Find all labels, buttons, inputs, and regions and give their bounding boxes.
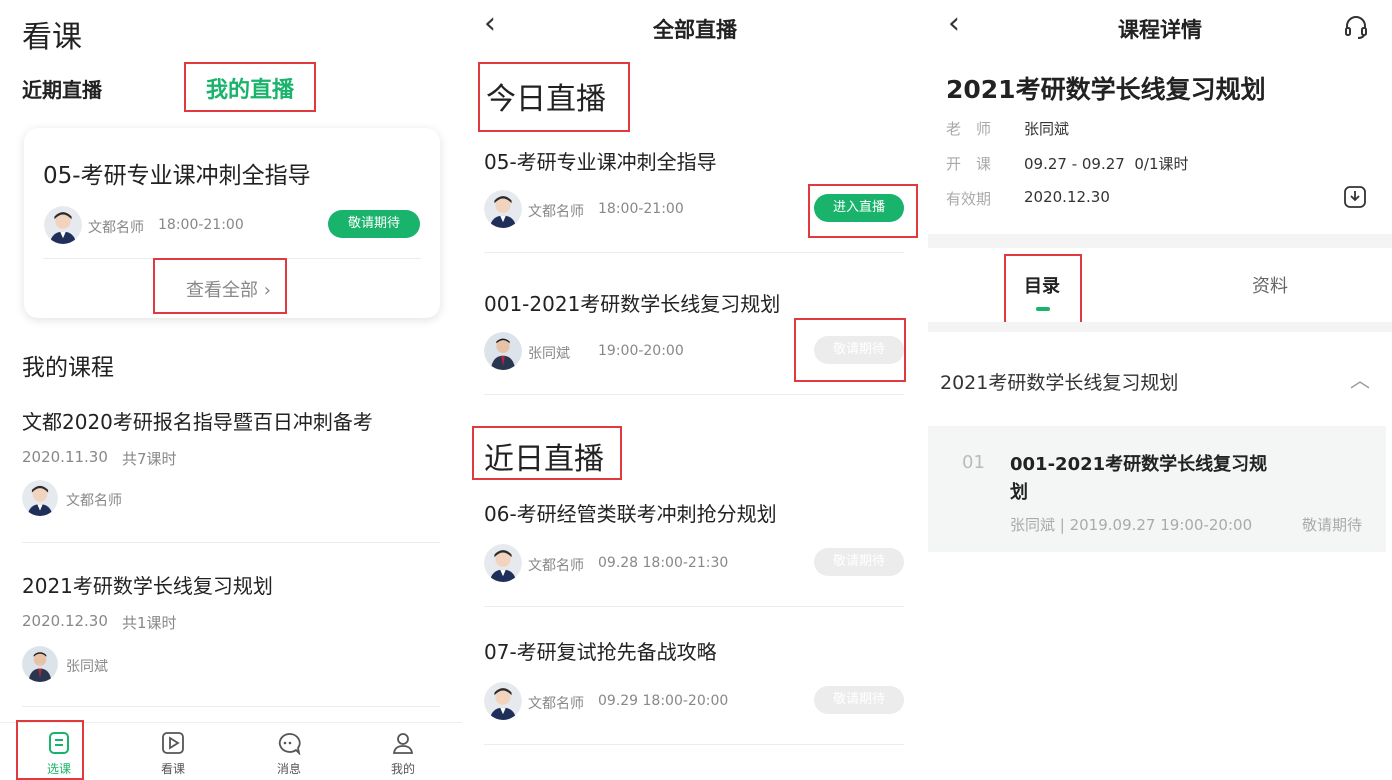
live-teacher: 文都名师 <box>528 558 584 574</box>
profile-icon <box>392 733 414 754</box>
download-icon[interactable] <box>1342 184 1368 210</box>
teacher-label: 老 师 <box>946 120 992 138</box>
status-badge: 敬请期待 <box>328 210 420 238</box>
page-title: 全部直播 <box>653 18 737 42</box>
live-list-item[interactable]: 06-考研经管类联考冲刺抢分规划 文都名师 09.28 18:00-21:30 … <box>462 494 928 606</box>
teacher-avatar <box>22 480 58 516</box>
lesson-status: 敬请期待 <box>1302 516 1363 534</box>
my-courses-label: 我的课程 <box>22 355 114 381</box>
section-header[interactable]: 2021考研数学长线复习规划 ︿ <box>928 350 1392 410</box>
lesson-title-cont: 划 <box>1010 482 1028 503</box>
teacher-avatar <box>484 682 522 720</box>
live-list-item[interactable]: 07-考研复试抢先备战攻略 文都名师 09.29 18:00-20:00 敬请期… <box>462 632 928 744</box>
course-lessons: 共7课时 <box>122 450 177 468</box>
live-course-title: 05-考研专业课冲刺全指导 <box>43 163 311 189</box>
live-time: 19:00-20:00 <box>598 343 684 359</box>
teacher-avatar <box>484 544 522 582</box>
tab-messages[interactable]: 消息 <box>266 731 312 777</box>
live-teacher: 张同斌 <box>528 346 570 362</box>
coming-soon-button: 敬请期待 <box>814 686 904 714</box>
tab-label: 消息 <box>276 762 301 776</box>
tab-label: 我的 <box>390 762 415 776</box>
teacher-value: 张同斌 <box>1024 120 1070 138</box>
live-title: 06-考研经管类联考冲刺抢分规划 <box>484 502 777 526</box>
message-icon <box>278 733 301 755</box>
teacher-avatar <box>484 190 522 228</box>
live-teacher: 文都名师 <box>88 220 144 236</box>
divider <box>928 234 1392 248</box>
course-item[interactable]: 2021考研数学长线复习规划 2020.12.30 共1课时 张同斌 <box>0 566 462 706</box>
highlight-box <box>184 62 316 112</box>
highlight-box <box>16 720 84 780</box>
course-lessons: 共1课时 <box>122 614 177 632</box>
highlight-box <box>808 184 918 238</box>
tab-profile[interactable]: 我的 <box>380 731 426 777</box>
start-value: 09.27 - 09.27 0/1课时 <box>1024 155 1189 173</box>
course-title: 文都2020考研报名指导暨百日冲刺备考 <box>22 410 373 434</box>
course-title: 2021考研数学长线复习规划 <box>22 574 273 598</box>
course-date: 2020.11.30 <box>22 448 108 466</box>
section-title: 2021考研数学长线复习规划 <box>940 372 1179 394</box>
headset-icon[interactable] <box>1343 14 1369 40</box>
lesson-item[interactable]: 01 001-2021考研数学长线复习规 划 张同斌 | 2019.09.27 … <box>928 426 1386 552</box>
page-title: 看课 <box>22 20 82 55</box>
course-detail-screen: ‹ 课程详情 2021考研数学长线复习规划 老 师 张同斌 开 课 09.27 … <box>928 0 1392 780</box>
highlight-box <box>478 62 630 132</box>
course-teacher: 张同斌 <box>66 659 108 675</box>
tab-watch[interactable]: 看课 <box>150 731 196 777</box>
course-teacher: 文都名师 <box>66 493 122 509</box>
course-title: 2021考研数学长线复习规划 <box>946 75 1266 104</box>
teacher-avatar <box>22 646 58 682</box>
live-title: 05-考研专业课冲刺全指导 <box>484 150 717 174</box>
recent-live-label: 近期直播 <box>22 78 102 102</box>
highlight-box <box>794 318 906 382</box>
tab-materials[interactable]: 资料 <box>1252 272 1288 298</box>
coming-soon-button: 敬请期待 <box>814 548 904 576</box>
live-title: 07-考研复试抢先备战攻略 <box>484 640 717 664</box>
live-time: 09.28 18:00-21:30 <box>598 555 729 571</box>
teacher-avatar <box>44 206 82 244</box>
course-date: 2020.12.30 <box>22 612 108 630</box>
page-title: 课程详情 <box>1118 18 1202 42</box>
lesson-title: 001-2021考研数学长线复习规 <box>1010 454 1268 475</box>
live-title: 001-2021考研数学长线复习规划 <box>484 292 781 316</box>
course-home-screen: 看课 近期直播 我的直播 05-考研专业课冲刺全指导 文都名师 18:00-21… <box>0 0 462 780</box>
valid-value: 2020.12.30 <box>1024 188 1110 206</box>
all-live-screen: ‹ 全部直播 今日直播 05-考研专业课冲刺全指导 文都名师 18:00-21:… <box>462 0 928 780</box>
start-label: 开 课 <box>946 155 992 173</box>
course-item[interactable]: 文都2020考研报名指导暨百日冲刺备考 2020.11.30 共7课时 文都名师 <box>0 400 462 542</box>
live-teacher: 文都名师 <box>528 204 584 220</box>
live-time: 18:00-21:00 <box>158 217 244 233</box>
teacher-avatar <box>484 332 522 370</box>
live-time: 18:00-21:00 <box>598 201 684 217</box>
chevron-up-icon[interactable]: ︿ <box>1350 364 1370 393</box>
highlight-box <box>472 426 622 480</box>
live-time: 09.29 18:00-20:00 <box>598 693 729 709</box>
divider <box>928 322 1392 332</box>
lesson-meta: 张同斌 | 2019.09.27 19:00-20:00 <box>1010 516 1253 534</box>
highlight-box <box>1004 254 1082 324</box>
lesson-index: 01 <box>962 452 985 473</box>
play-video-icon <box>162 732 184 754</box>
highlight-box <box>153 258 287 314</box>
tab-label: 看课 <box>160 762 185 776</box>
valid-label: 有效期 <box>946 190 992 208</box>
live-teacher: 文都名师 <box>528 696 584 712</box>
